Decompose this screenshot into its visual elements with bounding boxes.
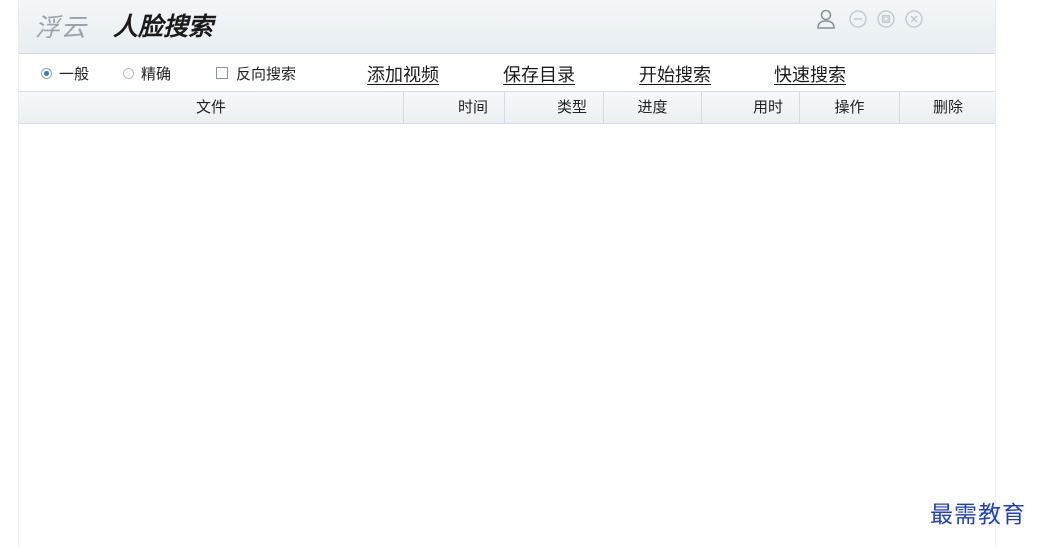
toolbar: 一般 精确 反向搜索 添加视频 保存目录 开始搜索 快速搜索	[19, 54, 995, 92]
mode-precise-label: 精确	[141, 64, 172, 83]
start-search-button[interactable]: 开始搜索	[639, 61, 711, 87]
radio-unchecked-icon	[123, 67, 134, 79]
close-icon	[905, 10, 923, 28]
brand-name-light: 浮云	[35, 13, 88, 42]
file-list[interactable]	[19, 124, 995, 547]
title-bar[interactable]: 浮云 人脸搜索	[19, 0, 995, 54]
restore-button[interactable]	[875, 8, 897, 30]
column-header-delete[interactable]: 删除	[900, 92, 996, 123]
brand-name-dark: 人脸搜索	[113, 12, 214, 41]
mode-general-label: 一般	[59, 64, 90, 83]
column-header-action[interactable]: 操作	[800, 92, 900, 123]
column-header-progress[interactable]: 进度	[604, 92, 702, 123]
save-directory-button[interactable]: 保存目录	[503, 61, 575, 87]
user-icon	[817, 9, 835, 29]
column-header-file[interactable]: 文件	[19, 92, 404, 123]
minimize-icon	[849, 10, 867, 28]
table-header: 文件 时间 类型 进度 用时 操作 删除	[19, 92, 995, 124]
reverse-search-checkbox[interactable]: 反向搜索	[216, 64, 297, 83]
app-window: 浮云 人脸搜索 一般 精确 反向搜索 添加视频 保存目录 开始搜索 快速搜索 文…	[18, 0, 996, 547]
restore-icon	[877, 10, 895, 28]
minimize-button[interactable]	[847, 8, 869, 30]
mode-precise-radio[interactable]: 精确	[123, 64, 172, 83]
user-button[interactable]	[815, 8, 837, 30]
watermark-text: 最需教育	[930, 502, 1026, 528]
column-header-time[interactable]: 时间	[404, 92, 505, 123]
reverse-search-label: 反向搜索	[236, 64, 297, 83]
close-button[interactable]	[903, 8, 925, 30]
mode-general-radio[interactable]: 一般	[41, 64, 90, 83]
column-header-duration[interactable]: 用时	[702, 92, 800, 123]
radio-checked-icon	[41, 67, 52, 79]
column-header-type[interactable]: 类型	[505, 92, 604, 123]
quick-search-button[interactable]: 快速搜索	[774, 61, 846, 87]
add-video-button[interactable]: 添加视频	[367, 61, 439, 87]
checkbox-icon	[216, 67, 228, 79]
